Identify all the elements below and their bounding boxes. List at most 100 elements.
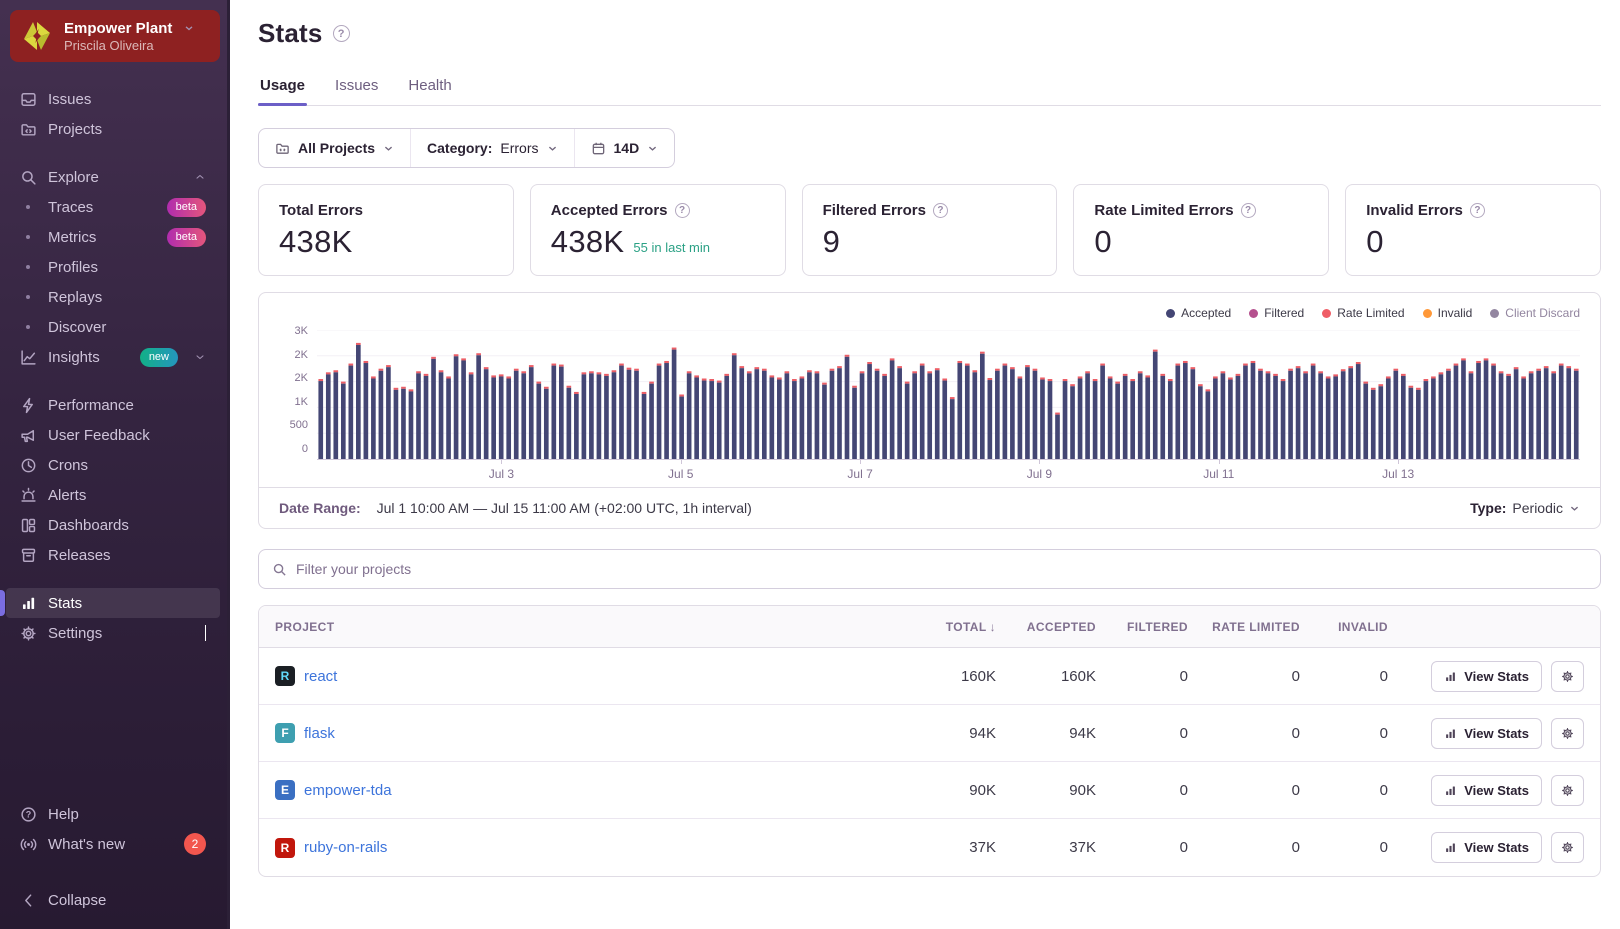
legend-dot — [1166, 308, 1176, 318]
sidebar-item-issues[interactable]: Issues — [0, 84, 220, 114]
chart-inner: Accepted Filtered Rate Limited Invalid C… — [259, 293, 1600, 487]
gear-icon — [18, 623, 38, 643]
invalid-cell: 0 — [1379, 667, 1388, 685]
project-filter-dropdown[interactable]: All Projects — [259, 129, 410, 167]
beta-badge: beta — [166, 227, 206, 247]
sidebar-item-stats[interactable]: Stats — [0, 588, 220, 618]
view-stats-button[interactable]: View Stats — [1431, 832, 1542, 863]
sidebar-item-dashboards[interactable]: Dashboards — [0, 510, 220, 540]
view-stats-button[interactable]: View Stats — [1431, 774, 1542, 806]
column-header-filtered[interactable]: FILTERED — [1096, 620, 1188, 634]
sidebar-nav: Issues Projects Explore Traces beta Metr… — [0, 72, 230, 666]
sidebar-item-crons[interactable]: Crons — [0, 450, 220, 480]
tab-health[interactable]: Health — [406, 77, 453, 105]
stat-card-filtered-errors: Filtered Errors ? 9 — [801, 184, 1058, 276]
card-help-icon[interactable]: ? — [932, 203, 948, 218]
column-header-total[interactable]: TOTAL ↓ — [892, 620, 996, 634]
rate-limited-cell: 0 — [1291, 667, 1300, 685]
text-cursor — [204, 625, 206, 641]
sidebar-collapse-button[interactable]: Collapse — [0, 885, 220, 915]
legend-item-accepted[interactable]: Accepted — [1166, 306, 1231, 320]
broadcast-icon — [18, 834, 38, 854]
row-actions: View Stats — [1388, 660, 1584, 692]
sidebar-item-label: What's new — [48, 835, 126, 853]
notification-count-badge: 2 — [184, 833, 206, 855]
card-value-row: 438K 55 in last min — [551, 224, 765, 260]
sidebar-item-performance[interactable]: Performance — [0, 390, 220, 420]
date-range-label: Date Range: — [279, 500, 361, 516]
sidebar-item-insights[interactable]: Insights new — [0, 342, 220, 372]
sidebar-item-settings[interactable]: Settings — [0, 618, 220, 648]
project-link[interactable]: flask — [304, 725, 335, 742]
project-settings-button[interactable] — [1551, 774, 1584, 806]
tab-usage[interactable]: Usage — [258, 77, 308, 106]
card-label: Filtered Errors — [822, 202, 926, 219]
legend-item-invalid[interactable]: Invalid — [1422, 306, 1472, 320]
table-body: R react 160K 160K 0 0 0 View Stats F fla… — [259, 648, 1600, 876]
page-help-icon[interactable]: ? — [332, 25, 350, 42]
project-settings-button[interactable] — [1551, 832, 1584, 863]
project-search-input[interactable] — [296, 561, 1587, 577]
date-period-dropdown[interactable]: 14D — [573, 129, 675, 167]
total-cell: 160K — [960, 667, 996, 685]
svg-text:?: ? — [25, 809, 31, 819]
sidebar-item-metrics[interactable]: Metrics beta — [0, 222, 220, 252]
lightning-icon — [18, 395, 38, 415]
rate-limited-cell: 0 — [1291, 724, 1300, 742]
bar-chart-icon — [1444, 784, 1457, 797]
stats-icon — [18, 593, 38, 613]
project-link[interactable]: empower-tda — [304, 782, 392, 799]
legend-dot — [1249, 308, 1259, 318]
stat-card-accepted-errors: Accepted Errors ? 438K 55 in last min — [529, 184, 786, 276]
gear-icon — [1561, 784, 1574, 797]
project-settings-button[interactable] — [1551, 660, 1584, 692]
table-header-row: PROJECT TOTAL ↓ ACCEPTED FILTERED RATE LIMITE… — [259, 606, 1600, 648]
stat-cards-row: Total Errors 438K Accepted Errors ? 438K… — [258, 184, 1601, 276]
column-header-project[interactable]: PROJECT — [275, 620, 892, 634]
column-header-accepted[interactable]: ACCEPTED — [996, 620, 1096, 634]
card-value: 0 — [1094, 224, 1112, 259]
column-header-invalid[interactable]: INVALID — [1300, 620, 1388, 634]
category-filter-dropdown[interactable]: Category: Errors — [410, 129, 573, 167]
sidebar-item-help[interactable]: ? Help — [0, 799, 220, 829]
sidebar-item-whats-new[interactable]: What's new 2 — [0, 829, 220, 859]
card-help-icon[interactable]: ? — [1469, 203, 1485, 218]
sidebar-item-label: Projects — [48, 120, 103, 138]
project-link[interactable]: ruby-on-rails — [304, 839, 387, 856]
org-switcher-button[interactable]: Empower Plant Priscila Oliveira — [10, 10, 220, 62]
chevron-down-icon — [194, 351, 206, 363]
type-dropdown[interactable]: Type: Periodic — [1470, 500, 1580, 516]
sidebar-item-releases[interactable]: Releases — [0, 540, 220, 570]
legend-item-client-discard[interactable]: Client Discard — [1490, 306, 1580, 320]
bar-chart-icon — [1444, 727, 1457, 740]
sidebar-item-projects[interactable]: Projects — [0, 114, 220, 144]
nav-group: Issues Projects — [0, 84, 230, 144]
legend-label: Accepted — [1181, 306, 1232, 320]
sidebar-item-profiles[interactable]: Profiles — [0, 252, 220, 282]
sidebar-item-user-feedback[interactable]: User Feedback — [0, 420, 220, 450]
sidebar-item-explore[interactable]: Explore — [0, 162, 220, 192]
card-header: Invalid Errors ? — [1366, 202, 1580, 219]
chevron-up-icon — [194, 171, 206, 183]
sidebar-item-replays[interactable]: Replays — [0, 282, 220, 312]
view-stats-button[interactable]: View Stats — [1431, 717, 1542, 749]
tab-issues[interactable]: Issues — [333, 77, 380, 105]
card-header: Total Errors — [279, 202, 493, 219]
card-value-row: 0 — [1094, 224, 1308, 260]
column-header-rate-limited[interactable]: RATE LIMITED — [1188, 620, 1300, 634]
sidebar-item-discover[interactable]: Discover — [0, 312, 220, 342]
sidebar-item-alerts[interactable]: Alerts — [0, 480, 220, 510]
card-help-icon[interactable]: ? — [674, 203, 690, 218]
sidebar-item-traces[interactable]: Traces beta — [0, 192, 220, 222]
legend-item-filtered[interactable]: Filtered — [1249, 306, 1304, 320]
chevron-left-icon — [18, 890, 38, 910]
legend-item-rate-limited[interactable]: Rate Limited — [1322, 306, 1405, 320]
card-header: Accepted Errors ? — [551, 202, 765, 219]
project-link[interactable]: react — [304, 668, 337, 685]
view-stats-button[interactable]: View Stats — [1431, 660, 1542, 692]
rate-limited-cell: 0 — [1291, 839, 1300, 856]
sidebar-item-label: Dashboards — [48, 516, 129, 534]
period-value: 14D — [613, 140, 640, 156]
project-settings-button[interactable] — [1551, 717, 1584, 749]
card-help-icon[interactable]: ? — [1240, 203, 1256, 218]
